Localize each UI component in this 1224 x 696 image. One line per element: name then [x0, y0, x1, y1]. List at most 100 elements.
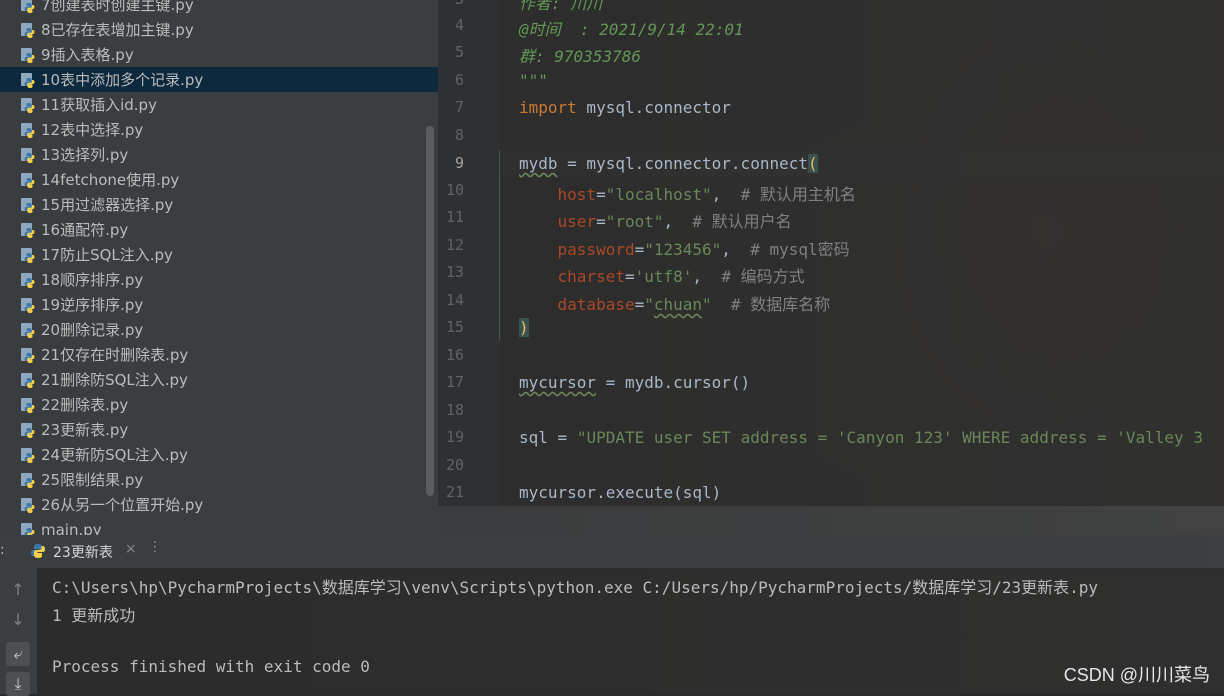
- tree-item-label: 10表中添加多个记录.py: [41, 71, 204, 89]
- project-tree[interactable]: 7创建表时创建主键.py 8已存在表增加主键.py 9插入表格.py 10表中添加多个…: [0, 0, 438, 535]
- python-file-icon: [21, 297, 35, 313]
- python-file-icon: [21, 97, 35, 113]
- fold-indicator: [499, 150, 500, 340]
- tree-item-label: 17防止SQL注入.py: [41, 246, 173, 264]
- tree-item-label: 19逆序排序.py: [41, 296, 144, 314]
- tree-item[interactable]: 20删除记录.py: [0, 317, 438, 342]
- more-options-icon[interactable]: ⋮: [148, 539, 162, 555]
- code-line-15: ): [519, 318, 529, 337]
- python-file-icon: [21, 47, 35, 63]
- tree-item-label: 9插入表格.py: [41, 46, 134, 64]
- tree-item[interactable]: 8已存在表增加主键.py: [0, 17, 438, 42]
- run-tool-window-header: : 23更新表 × ⋮: [0, 535, 1224, 569]
- python-file-icon: [21, 272, 35, 288]
- tree-item[interactable]: 10表中添加多个记录.py: [0, 67, 438, 92]
- console-line: Process finished with exit code 0: [52, 657, 370, 676]
- scroll-to-end-icon[interactable]: ⤓: [6, 672, 30, 696]
- run-panel-prefix: :: [0, 542, 5, 558]
- tree-item[interactable]: 16通配符.py: [0, 217, 438, 242]
- line-number: 20: [445, 456, 464, 474]
- tree-item[interactable]: 26从另一个位置开始.py: [0, 492, 438, 517]
- tree-item[interactable]: 12表中选择.py: [0, 117, 438, 142]
- code-line-13: charset='utf8', # 编码方式: [557, 267, 805, 286]
- tree-item[interactable]: main.py: [0, 517, 438, 535]
- code-line-21: mycursor.execute(sql): [519, 483, 722, 502]
- code-line-7: import mysql.connector: [519, 98, 731, 117]
- tree-item[interactable]: 24更新防SQL注入.py: [0, 442, 438, 467]
- editor-breadcrumb-bar: [438, 506, 1224, 535]
- line-number: 6: [454, 71, 464, 89]
- tree-item[interactable]: 7创建表时创建主键.py: [0, 0, 438, 17]
- line-number: 7: [454, 98, 464, 116]
- tree-item[interactable]: 23更新表.py: [0, 417, 438, 442]
- tree-item[interactable]: 22删除表.py: [0, 392, 438, 417]
- code-line-11: user="root", # 默认用户名: [557, 212, 792, 231]
- code-line-9: mydb = mysql.connector.connect(: [519, 154, 818, 173]
- python-file-icon: [21, 172, 35, 188]
- tree-item[interactable]: 11获取插入id.py: [0, 92, 438, 117]
- tree-item-label: 23更新表.py: [41, 421, 129, 439]
- tree-item[interactable]: 14fetchone使用.py: [0, 167, 438, 192]
- tree-item-label: 15用过滤器选择.py: [41, 196, 174, 214]
- tree-item[interactable]: 15用过滤器选择.py: [0, 192, 438, 217]
- tree-item-label: 8已存在表增加主键.py: [41, 21, 194, 39]
- down-arrow-icon[interactable]: ↓: [6, 608, 30, 632]
- tree-item-label: 16通配符.py: [41, 221, 129, 239]
- line-number: 18: [445, 401, 464, 419]
- tree-item-label: 13选择列.py: [41, 146, 129, 164]
- python-file-icon: [21, 22, 35, 38]
- line-number: 19: [445, 428, 464, 446]
- code-line-4: @时间 : 2021/9/14 22:01: [519, 20, 744, 39]
- line-number: 17: [445, 373, 464, 391]
- line-number: 12: [445, 236, 464, 254]
- tree-item[interactable]: 9插入表格.py: [0, 42, 438, 67]
- python-file-icon: [21, 122, 35, 138]
- line-number: 13: [445, 263, 464, 281]
- tree-item[interactable]: 13选择列.py: [0, 142, 438, 167]
- tree-item-label: 25限制结果.py: [41, 471, 144, 489]
- code-line-6: """: [519, 71, 548, 90]
- python-file-icon: [21, 472, 35, 488]
- python-file-icon: [21, 72, 35, 88]
- line-number: 3: [438, 0, 464, 8]
- python-file-icon: [21, 497, 35, 513]
- python-file-icon: [21, 322, 35, 338]
- tree-item-label: 20删除记录.py: [41, 321, 144, 339]
- tree-item[interactable]: 25限制结果.py: [0, 467, 438, 492]
- line-number: 10: [445, 181, 464, 199]
- tree-scrollbar[interactable]: [426, 126, 434, 496]
- tree-item[interactable]: 21删除防SQL注入.py: [0, 367, 438, 392]
- tree-item-label: 26从另一个位置开始.py: [41, 496, 204, 514]
- code-line-17: mycursor = mydb.cursor(): [519, 373, 751, 392]
- python-icon: [31, 544, 45, 558]
- close-icon[interactable]: ×: [125, 541, 137, 557]
- code-line-14: database="chuan" # 数据库名称: [557, 295, 831, 314]
- python-file-icon: [21, 422, 35, 438]
- tree-item[interactable]: 18顺序排序.py: [0, 267, 438, 292]
- up-arrow-icon[interactable]: ↑: [6, 578, 30, 602]
- python-file-icon: [21, 522, 35, 535]
- csdn-watermark: CSDN @川川菜鸟: [1063, 665, 1210, 685]
- line-number: 11: [445, 208, 464, 226]
- code-line-10: host="localhost", # 默认用主机名: [557, 185, 856, 204]
- run-tab-label: 23更新表: [53, 545, 113, 561]
- tree-item-label: 18顺序排序.py: [41, 271, 144, 289]
- code-line-3: 作者: 川川: [519, 0, 603, 13]
- wrap-icon[interactable]: ⤶: [6, 642, 30, 666]
- line-number: 9: [454, 154, 464, 172]
- tree-item[interactable]: 17防止SQL注入.py: [0, 242, 438, 267]
- tree-item[interactable]: 19逆序排序.py: [0, 292, 438, 317]
- tree-item-label: 14fetchone使用.py: [41, 171, 180, 189]
- tree-item-label: 7创建表时创建主键.py: [41, 0, 194, 14]
- python-file-icon: [21, 247, 35, 263]
- tree-item-label: 24更新防SQL注入.py: [41, 446, 188, 464]
- line-number: 15: [445, 318, 464, 336]
- run-tab[interactable]: 23更新表 ×: [18, 535, 146, 568]
- tree-item[interactable]: 21仅存在时删除表.py: [0, 342, 438, 367]
- line-number: 21: [445, 483, 464, 501]
- code-line-19: sql = "UPDATE user SET address = 'Canyon…: [519, 428, 1203, 447]
- run-console-output[interactable]: C:\Users\hp\PycharmProjects\数据库学习\venv\S…: [37, 568, 1224, 694]
- console-line: 1 更新成功: [52, 606, 136, 625]
- python-file-icon: [21, 447, 35, 463]
- code-editor[interactable]: 3 4 5 6 7 8 9 10 11 12 13 14 15 16 17 18 19 20 21 作者: 川川 @…: [438, 0, 1224, 506]
